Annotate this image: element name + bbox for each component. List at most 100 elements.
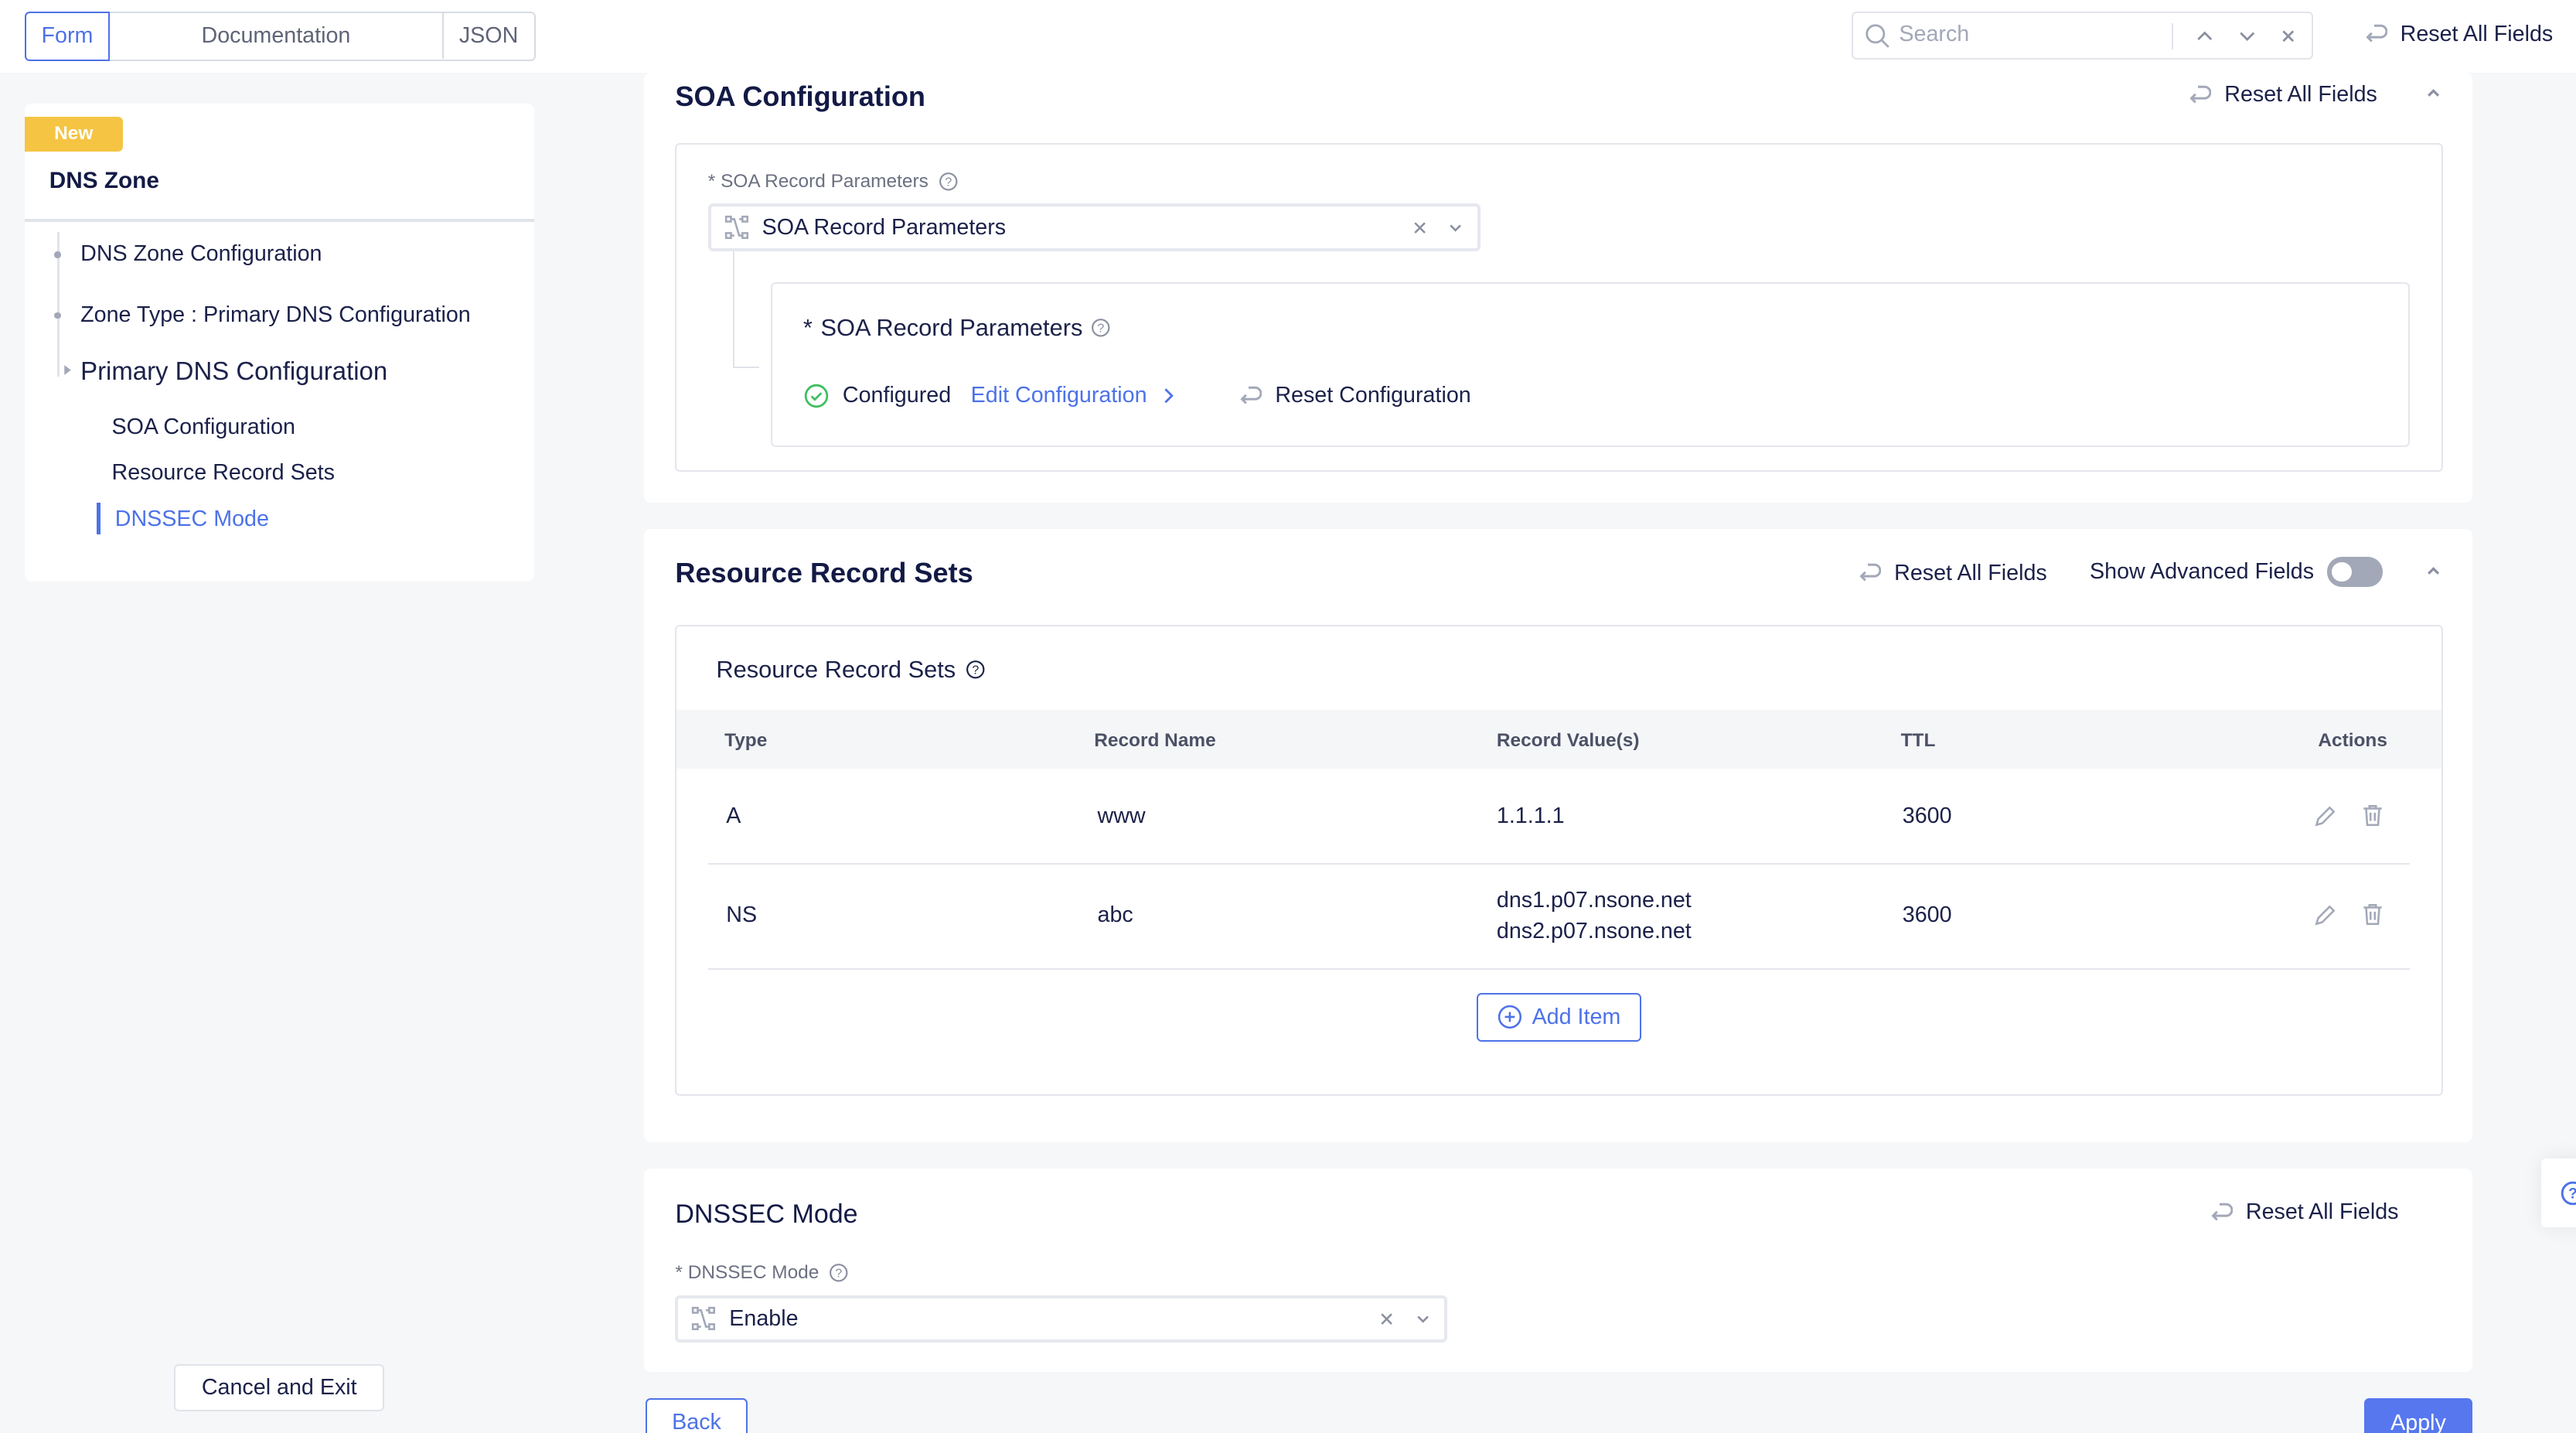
show-advanced-fields-toggle[interactable] [2327, 557, 2383, 587]
close-icon[interactable] [2278, 26, 2298, 46]
connector-line [732, 251, 759, 368]
resource-record-sets-section: Resource Record Sets Reset All Fields Sh… [644, 529, 2473, 1142]
view-tabs: Form Documentation JSON [24, 11, 536, 61]
nested-title: * SOA Record Parameters [803, 314, 1111, 342]
label-text: DNSSEC Mode [687, 1262, 819, 1283]
collapse-icon[interactable] [2425, 86, 2441, 102]
status-badge: New [24, 116, 124, 152]
help-float-button[interactable]: ? [2541, 1158, 2576, 1228]
reset-all-fields-button[interactable]: Reset All Fields [2185, 82, 2377, 107]
reset-configuration-button[interactable]: Reset Configuration [1235, 383, 1471, 408]
active-indicator [97, 503, 101, 534]
column-header-actions: Actions [2318, 729, 2387, 751]
chevron-down-icon[interactable] [1415, 1311, 1431, 1327]
cell-record-name: www [1097, 804, 1146, 829]
cell-ttl: 3600 [1902, 902, 1952, 927]
chevron-down-icon[interactable] [1447, 220, 1463, 236]
chevron-up-icon[interactable] [2195, 26, 2215, 46]
svg-text:?: ? [2568, 1186, 2576, 1202]
check-circle-icon [804, 384, 829, 408]
plus-circle-icon [1498, 1005, 1521, 1029]
add-item-label: Add Item [1532, 1004, 1621, 1029]
sidebar-item-primary-dns-configuration[interactable]: Primary DNS Configuration [80, 357, 387, 386]
sidebar-title: DNS Zone [49, 167, 159, 193]
cell-type: NS [726, 902, 758, 927]
row-divider [707, 862, 2411, 865]
help-icon[interactable] [939, 172, 959, 192]
cell-type: A [726, 804, 741, 829]
reset-icon [2190, 85, 2212, 104]
cell-record-value: dns1.p07.nsone.net [1496, 887, 1692, 913]
soa-configuration-section: SOA Configuration Reset All Fields * SOA… [644, 72, 2473, 503]
sidebar-item-soa-configuration[interactable]: SOA Configuration [112, 415, 295, 440]
clear-icon[interactable] [1412, 220, 1428, 236]
field-label: * DNSSEC Mode [675, 1262, 848, 1284]
tree-structure-icon [724, 216, 748, 240]
soa-record-parameters-select[interactable]: SOA Record Parameters [707, 203, 1481, 251]
edit-configuration-link[interactable]: Edit Configuration [971, 383, 1147, 408]
divider [24, 218, 534, 222]
configuration-status-row: Configured Edit Configuration Reset Conf… [803, 383, 1471, 409]
edit-icon[interactable] [2312, 804, 2338, 830]
caret-right-icon [63, 364, 71, 375]
column-header-ttl: TTL [1900, 729, 1936, 751]
cell-record-name: abc [1097, 902, 1133, 927]
reset-icon [2211, 1203, 2233, 1221]
sidebar-item-dnssec-mode[interactable]: DNSSEC Mode [115, 507, 269, 532]
reset-all-fields-button[interactable]: Reset All Fields [2206, 1199, 2399, 1225]
chevron-down-icon[interactable] [2237, 26, 2257, 46]
reset-icon [1860, 564, 1882, 582]
status-text: Configured [842, 383, 952, 408]
tab-json[interactable]: JSON [444, 13, 534, 60]
sidebar-item-zone-type[interactable]: Zone Type : Primary DNS Configuration [80, 302, 471, 328]
required-marker: * [675, 1262, 683, 1283]
tab-documentation[interactable]: Documentation [110, 12, 444, 60]
table-title: Resource Record Sets ? [716, 656, 985, 684]
column-header-record-values: Record Value(s) [1496, 729, 1640, 751]
tree-structure-icon [692, 1307, 716, 1331]
svg-text:?: ? [972, 664, 979, 677]
cell-ttl: 3600 [1902, 804, 1952, 829]
reset-label: Reset All Fields [2400, 21, 2554, 46]
cell-record-value: dns2.p07.nsone.net [1496, 918, 1692, 943]
soa-record-box: * SOA Record Parameters SOA Record Param… [675, 142, 2443, 472]
section-title: DNSSEC Mode [675, 1199, 858, 1230]
collapse-icon[interactable] [2425, 564, 2441, 580]
reset-label: Reset Configuration [1275, 383, 1471, 408]
clear-icon[interactable] [1378, 1311, 1395, 1327]
delete-icon[interactable] [2360, 901, 2386, 927]
chevron-right-icon[interactable] [1160, 386, 1177, 406]
reset-label: Reset All Fields [2245, 1199, 2399, 1225]
sidebar-item-resource-record-sets[interactable]: Resource Record Sets [112, 460, 335, 486]
tab-form[interactable]: Form [24, 11, 111, 61]
section-title: SOA Configuration [675, 80, 925, 113]
cancel-and-exit-button[interactable]: Cancel and Exit [174, 1363, 385, 1412]
help-icon: ? [2561, 1181, 2576, 1206]
reset-all-fields-global-button[interactable]: Reset All Fields [2361, 21, 2554, 47]
dnssec-mode-select[interactable]: Enable [675, 1295, 1448, 1343]
reset-label: Reset All Fields [2224, 82, 2377, 107]
help-icon[interactable] [829, 1263, 849, 1283]
search-icon [1866, 24, 1889, 48]
dnssec-mode-section: DNSSEC Mode Reset All Fields * DNSSEC Mo… [644, 1168, 2473, 1373]
row-divider [707, 967, 2411, 970]
back-button[interactable]: Back [646, 1398, 748, 1433]
sidebar: New DNS Zone DNS Zone Configuration Zone… [24, 103, 534, 582]
sidebar-item-dns-zone-configuration[interactable]: DNS Zone Configuration [80, 241, 322, 267]
help-icon[interactable] [1091, 318, 1111, 338]
label-text: SOA Record Parameters [721, 170, 929, 192]
nested-title-text: SOA Record Parameters [820, 313, 1083, 341]
select-value: Enable [729, 1305, 799, 1331]
search-box [1851, 11, 2313, 60]
edit-icon[interactable] [2312, 902, 2338, 929]
required-marker: * [707, 170, 716, 192]
add-item-button[interactable]: Add Item [1477, 992, 1641, 1042]
show-advanced-fields: Show Advanced Fields [2090, 557, 2383, 587]
advanced-label: Show Advanced Fields [2090, 559, 2315, 584]
reset-all-fields-button[interactable]: Reset All Fields [1855, 561, 2047, 586]
apply-button[interactable]: Apply [2363, 1398, 2473, 1433]
search-input[interactable] [1899, 21, 2162, 47]
field-label: * SOA Record Parameters [708, 171, 958, 193]
help-icon[interactable]: ? [966, 660, 986, 680]
delete-icon[interactable] [2360, 802, 2386, 828]
